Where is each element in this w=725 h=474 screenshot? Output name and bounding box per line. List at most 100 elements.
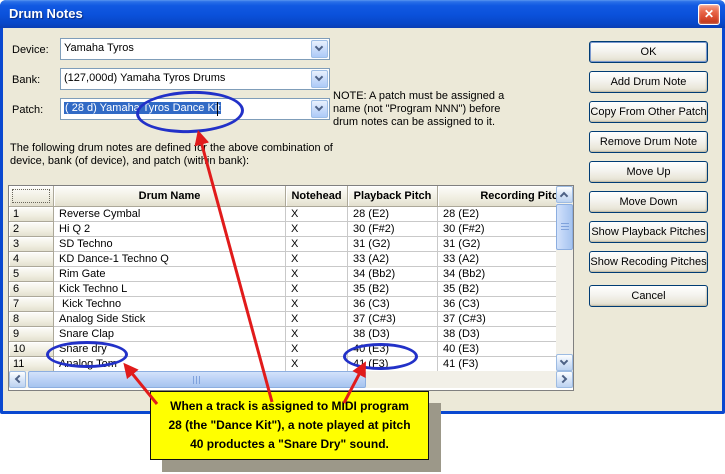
table-row[interactable]: 8 Analog Side Stick X 37 (C#3) 37 (C#3) bbox=[9, 312, 556, 327]
bank-label: Bank: bbox=[12, 74, 40, 86]
cancel-button[interactable]: Cancel bbox=[589, 285, 708, 307]
cell-drum-name[interactable]: Reverse Cymbal bbox=[54, 207, 286, 222]
cell-playback-pitch[interactable]: 31 (G2) bbox=[348, 237, 438, 252]
row-number[interactable]: 8 bbox=[9, 312, 54, 327]
ok-button[interactable]: OK bbox=[589, 41, 708, 63]
table-row[interactable]: 1 Reverse Cymbal X 28 (E2) 28 (E2) bbox=[9, 207, 556, 222]
row-number[interactable]: 2 bbox=[9, 222, 54, 237]
remove-drum-note-button[interactable]: Remove Drum Note bbox=[589, 131, 708, 153]
cell-notehead[interactable]: X bbox=[286, 342, 348, 357]
scroll-right-button[interactable] bbox=[556, 371, 573, 388]
cell-notehead[interactable]: X bbox=[286, 252, 348, 267]
cell-recording-pitch[interactable]: 41 (F3) bbox=[438, 357, 556, 371]
cell-drum-name[interactable]: Rim Gate bbox=[54, 267, 286, 282]
cell-recording-pitch[interactable]: 28 (E2) bbox=[438, 207, 556, 222]
cell-notehead[interactable]: X bbox=[286, 207, 348, 222]
scroll-left-button[interactable] bbox=[9, 371, 26, 388]
row-number[interactable]: 3 bbox=[9, 237, 54, 252]
move-down-button[interactable]: Move Down bbox=[589, 191, 708, 213]
row-number[interactable]: 1 bbox=[9, 207, 54, 222]
cell-recording-pitch[interactable]: 34 (Bb2) bbox=[438, 267, 556, 282]
device-combobox[interactable]: Yamaha Tyros bbox=[60, 38, 330, 60]
table-row[interactable]: 5 Rim Gate X 34 (Bb2) 34 (Bb2) bbox=[9, 267, 556, 282]
row-number[interactable]: 7 bbox=[9, 297, 54, 312]
corner-dots bbox=[12, 189, 50, 203]
cell-notehead[interactable]: X bbox=[286, 222, 348, 237]
callout-line: 40 productes a "Snare Dry" sound. bbox=[151, 435, 428, 454]
row-number[interactable]: 9 bbox=[9, 327, 54, 342]
horizontal-scrollbar[interactable] bbox=[9, 371, 573, 388]
move-up-button[interactable]: Move Up bbox=[589, 161, 708, 183]
table-row[interactable]: 9 Snare Clap X 38 (D3) 38 (D3) bbox=[9, 327, 556, 342]
close-button[interactable]: ✕ bbox=[698, 4, 720, 25]
cell-recording-pitch[interactable]: 37 (C#3) bbox=[438, 312, 556, 327]
show-recoding-pitches-button[interactable]: Show Recoding Pitches bbox=[589, 251, 708, 273]
table-row[interactable]: 6 Kick Techno L X 35 (B2) 35 (B2) bbox=[9, 282, 556, 297]
cell-playback-pitch[interactable]: 38 (D3) bbox=[348, 327, 438, 342]
show-playback-pitches-button[interactable]: Show Playback Pitches bbox=[589, 221, 708, 243]
cell-playback-pitch[interactable]: 37 (C#3) bbox=[348, 312, 438, 327]
cell-playback-pitch[interactable]: 35 (B2) bbox=[348, 282, 438, 297]
cell-drum-name[interactable]: SD Techno bbox=[54, 237, 286, 252]
cell-notehead[interactable]: X bbox=[286, 267, 348, 282]
cell-playback-pitch[interactable]: 33 (A2) bbox=[348, 252, 438, 267]
table-row[interactable]: 3 SD Techno X 31 (G2) 31 (G2) bbox=[9, 237, 556, 252]
pitch-40-highlight-ellipse bbox=[343, 343, 418, 370]
cell-recording-pitch[interactable]: 38 (D3) bbox=[438, 327, 556, 342]
device-dropdown-button[interactable] bbox=[311, 40, 328, 58]
header-notehead: Notehead bbox=[286, 186, 348, 207]
cell-recording-pitch[interactable]: 31 (G2) bbox=[438, 237, 556, 252]
cell-drum-name[interactable]: Analog Side Stick bbox=[54, 312, 286, 327]
note-line: NOTE: A patch must be assigned a bbox=[333, 90, 504, 103]
cell-playback-pitch[interactable]: 34 (Bb2) bbox=[348, 267, 438, 282]
row-number[interactable]: 4 bbox=[9, 252, 54, 267]
scroll-up-button[interactable] bbox=[556, 186, 573, 203]
add-drum-note-button[interactable]: Add Drum Note bbox=[589, 71, 708, 93]
table-row[interactable]: 4 KD Dance-1 Techno Q X 33 (A2) 33 (A2) bbox=[9, 252, 556, 267]
callout-line: 28 (the "Dance Kit"), a note played at p… bbox=[151, 416, 428, 435]
cell-playback-pitch[interactable]: 28 (E2) bbox=[348, 207, 438, 222]
cell-drum-name[interactable]: Hi Q 2 bbox=[54, 222, 286, 237]
table-row[interactable]: 2 Hi Q 2 X 30 (F#2) 30 (F#2) bbox=[9, 222, 556, 237]
scroll-down-icon bbox=[560, 357, 568, 365]
thumb-grip-icon bbox=[561, 223, 569, 231]
vertical-scrollbar[interactable] bbox=[556, 186, 573, 371]
bank-combobox[interactable]: (127,000d) Yamaha Tyros Drums bbox=[60, 68, 330, 90]
table-row[interactable]: 7 Kick Techno X 36 (C3) 36 (C3) bbox=[9, 297, 556, 312]
titlebar[interactable]: Drum Notes ✕ bbox=[0, 0, 725, 28]
cell-notehead[interactable]: X bbox=[286, 282, 348, 297]
row-number[interactable]: 11 bbox=[9, 357, 54, 371]
copy-from-other-patch-button[interactable]: Copy From Other Patch bbox=[589, 101, 708, 123]
cell-drum-name[interactable]: Kick Techno L bbox=[54, 282, 286, 297]
vertical-scroll-thumb[interactable] bbox=[556, 204, 573, 250]
cell-notehead[interactable]: X bbox=[286, 237, 348, 252]
bank-dropdown-button[interactable] bbox=[311, 70, 328, 88]
cell-drum-name[interactable]: KD Dance-1 Techno Q bbox=[54, 252, 286, 267]
header-corner-cell bbox=[9, 186, 54, 207]
cell-playback-pitch[interactable]: 30 (F#2) bbox=[348, 222, 438, 237]
row-number[interactable]: 6 bbox=[9, 282, 54, 297]
cell-recording-pitch[interactable]: 36 (C3) bbox=[438, 297, 556, 312]
cell-drum-name[interactable]: Kick Techno bbox=[54, 297, 286, 312]
header-playback-pitch: Playback Pitch bbox=[348, 186, 438, 207]
scroll-left-icon bbox=[15, 375, 23, 383]
screenshot-canvas: Drum Notes ✕ Device: Yamaha Tyros Bank: … bbox=[0, 0, 725, 474]
bank-value: (127,000d) Yamaha Tyros Drums bbox=[64, 72, 225, 84]
scroll-down-button[interactable] bbox=[556, 354, 573, 371]
cell-notehead[interactable]: X bbox=[286, 297, 348, 312]
cell-drum-name[interactable]: Snare Clap bbox=[54, 327, 286, 342]
horizontal-scroll-thumb[interactable] bbox=[28, 371, 366, 388]
cell-recording-pitch[interactable]: 40 (E3) bbox=[438, 342, 556, 357]
device-label: Device: bbox=[12, 44, 49, 56]
row-number[interactable]: 5 bbox=[9, 267, 54, 282]
cell-notehead[interactable]: X bbox=[286, 357, 348, 371]
cell-recording-pitch[interactable]: 30 (F#2) bbox=[438, 222, 556, 237]
cell-recording-pitch[interactable]: 35 (B2) bbox=[438, 282, 556, 297]
cell-notehead[interactable]: X bbox=[286, 312, 348, 327]
cell-recording-pitch[interactable]: 33 (A2) bbox=[438, 252, 556, 267]
cell-notehead[interactable]: X bbox=[286, 327, 348, 342]
table-description: The following drum notes are defined for… bbox=[10, 142, 333, 168]
patch-dropdown-button[interactable] bbox=[311, 100, 328, 118]
cell-playback-pitch[interactable]: 36 (C3) bbox=[348, 297, 438, 312]
tutorial-callout: When a track is assigned to MIDI program… bbox=[150, 391, 429, 460]
